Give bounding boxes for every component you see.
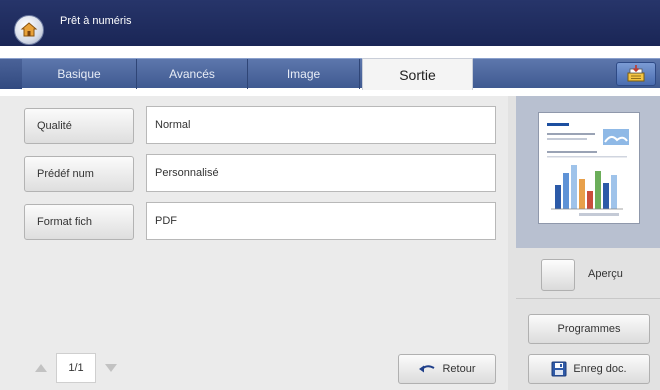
document-preview-thumbnail [538, 112, 640, 224]
job-queue-icon [627, 65, 645, 82]
home-icon [20, 22, 38, 37]
tab-sortie[interactable]: Sortie [362, 58, 473, 90]
preview-area [516, 96, 660, 248]
right-panel: Aperçu Programmes Enreg doc. [508, 96, 660, 390]
status-text: Prêt à numéris [60, 15, 132, 27]
page-down-button[interactable] [96, 353, 126, 383]
apercu-label: Aperçu [588, 268, 623, 280]
apercu-checkbox[interactable] [541, 259, 575, 291]
retour-button[interactable]: Retour [398, 354, 496, 384]
tab-basique[interactable]: Basique [22, 59, 137, 89]
document-thumbnail-image [547, 123, 629, 216]
predef-num-value: Personnalisé [146, 154, 496, 192]
programmes-button[interactable]: Programmes [528, 314, 650, 344]
format-fich-button[interactable]: Format fich [24, 204, 134, 240]
tab-bar-edge [0, 59, 22, 89]
field-row-qualite: Qualité Normal [24, 106, 496, 144]
home-button[interactable] [14, 15, 44, 45]
main-panel: Qualité Normal Prédéf num Personnalisé F… [0, 96, 508, 390]
tab-bar: Basique Avancés Image Sortie [0, 58, 660, 90]
undo-arrow-icon [419, 365, 435, 373]
retour-label: Retour [442, 363, 476, 375]
page-indicator: 1/1 [56, 353, 96, 383]
qualite-value: Normal [146, 106, 496, 144]
page-up-button[interactable] [26, 353, 56, 383]
format-fich-value: PDF [146, 202, 496, 240]
triangle-down-icon [105, 364, 117, 372]
tab-image[interactable]: Image [248, 59, 360, 89]
tab-avances[interactable]: Avancés [137, 59, 248, 89]
enreg-doc-button[interactable]: Enreg doc. [528, 354, 650, 384]
triangle-up-icon [35, 364, 47, 372]
predef-num-button[interactable]: Prédéf num [24, 156, 134, 192]
floppy-disk-icon [551, 361, 567, 377]
pager: 1/1 [26, 353, 134, 383]
field-row-format-fich: Format fich PDF [24, 202, 496, 240]
right-panel-divider [516, 298, 660, 299]
enreg-doc-label: Enreg doc. [573, 363, 627, 375]
top-bar: Prêt à numéris [0, 0, 660, 46]
job-status-button[interactable] [616, 62, 656, 86]
qualite-button[interactable]: Qualité [24, 108, 134, 144]
field-row-predef-num: Prédéf num Personnalisé [24, 154, 496, 192]
